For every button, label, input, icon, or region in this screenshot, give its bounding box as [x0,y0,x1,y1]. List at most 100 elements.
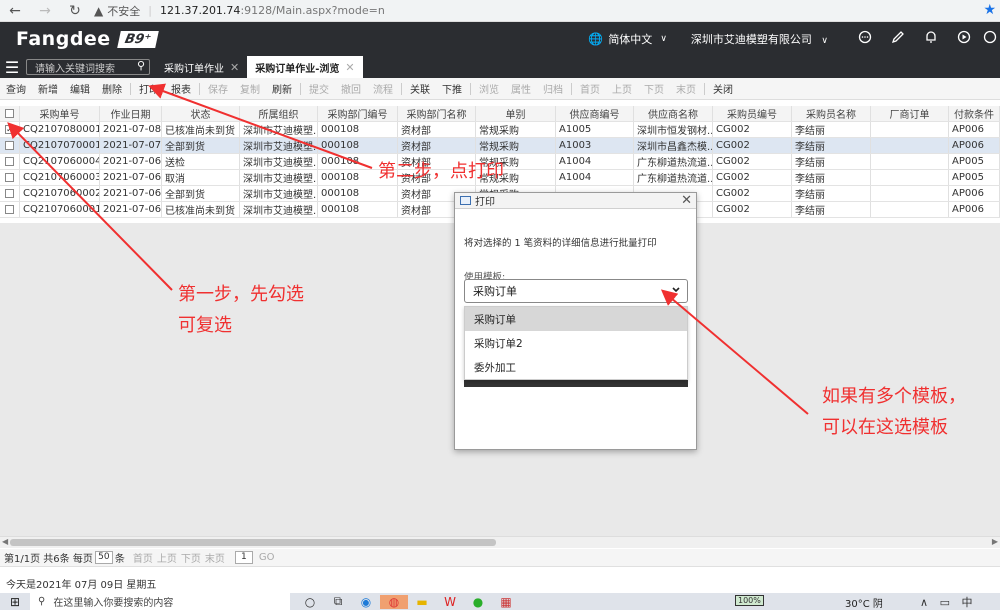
last-page-link[interactable]: 末页 [205,550,225,565]
toolbar-button[interactable]: 刷新 [266,81,298,96]
column-header[interactable]: 供应商编号 [556,106,634,121]
row-checkbox[interactable] [0,202,20,217]
row-checkbox[interactable] [0,170,20,185]
close-icon[interactable]: ✕ [345,61,354,74]
ime-indicator[interactable]: 中 [961,596,972,609]
hamburger-menu-icon[interactable]: ☰ [0,58,24,77]
toolbar-button[interactable]: 编辑 [64,81,96,96]
chevron-up-icon[interactable]: ∧ [920,596,928,609]
prev-page-link[interactable]: 上页 [157,550,177,565]
column-header[interactable]: 付款条件 [949,106,1000,121]
template-option[interactable]: 委外加工 [465,355,687,379]
template-option[interactable]: 采购订单2 [465,331,687,355]
toolbar-button[interactable]: 下页 [638,81,670,96]
toolbar-button[interactable]: 查询 [0,81,32,96]
column-header[interactable]: 采购部门名称 [398,106,476,121]
address-bar[interactable]: ▲ 不安全 | 121.37.201.74 :9128/Main.aspx?mo… [94,3,385,19]
horizontal-scrollbar[interactable]: ◀ ▶ [0,536,1000,548]
back-arrow-icon[interactable]: ← [0,3,30,19]
bookmark-star-icon[interactable]: ★ [983,2,996,18]
keyword-search-input[interactable]: 请输入关键词搜索 ⚲ [26,59,150,75]
wechat-icon[interactable]: ● [464,595,492,609]
close-circle-icon[interactable] [980,30,1000,48]
task-view-icon[interactable]: ⧉ [324,594,352,609]
company-selector[interactable]: 深圳市艾迪模塑有限公司 ∨ [691,31,828,47]
scroll-right-arrow-icon[interactable]: ▶ [992,537,998,546]
pen-icon[interactable] [881,30,914,48]
network-icon[interactable]: ▭ [940,596,950,609]
template-select[interactable]: 采购订单 [464,279,688,303]
forward-arrow-icon[interactable]: → [30,3,60,19]
go-button[interactable]: GO [259,552,275,563]
table-row[interactable]: ✓ CQ21070800012021-07-08 ...已核准尚未到货深圳市艾迪模… [0,122,1000,138]
column-header[interactable]: 供应商名称 [634,106,713,121]
search-icon[interactable]: ⚲ [137,59,145,72]
toolbar-button[interactable]: 浏览 [473,81,505,96]
tab-purchase-order-browse[interactable]: 采购订单作业-浏览 ✕ [247,56,363,78]
chrome-browser-icon[interactable]: ◍ [380,594,408,609]
row-checkbox[interactable] [0,186,20,201]
column-header[interactable]: 采购员编号 [713,106,792,121]
column-header[interactable]: 单别 [476,106,556,121]
next-page-link[interactable]: 下页 [181,550,201,565]
checkbox-box[interactable] [5,189,14,198]
chat-icon[interactable] [848,30,881,48]
toolbar-button[interactable]: 关闭 [707,81,739,96]
dialog-title-bar[interactable]: 打印 ✕ [455,193,696,209]
column-header[interactable]: 所属组织 [240,106,318,121]
toolbar-button[interactable]: 属性 [505,81,537,96]
row-checkbox[interactable]: ✓ [0,122,20,137]
scroll-left-arrow-icon[interactable]: ◀ [2,537,8,546]
taskbar-search-input[interactable]: ⚲ 在这里输入你要搜索的内容 [30,593,290,610]
toolbar-button[interactable]: 复制 [234,81,266,96]
row-checkbox[interactable] [0,154,20,169]
toolbar-button[interactable]: 上页 [606,81,638,96]
page-number-input[interactable]: 1 [234,551,253,564]
table-row[interactable]: CQ21070700012021-07-07 ...全部到货深圳市艾迪模塑...… [0,138,1000,154]
play-circle-icon[interactable] [947,30,980,48]
bell-icon[interactable] [914,30,947,48]
edge-browser-icon[interactable]: ◉ [352,595,380,609]
close-icon[interactable]: ✕ [681,193,692,208]
checkbox-box[interactable] [5,141,14,150]
template-option[interactable]: 采购订单 [465,307,687,331]
checkbox-box[interactable] [5,205,14,214]
checkbox-box[interactable] [5,109,14,118]
toolbar-button[interactable]: 删除 [96,81,128,96]
toolbar-button[interactable]: 下推 [436,81,468,96]
tab-purchase-order[interactable]: 采购订单作业 ✕ [156,56,247,78]
column-header[interactable]: 状态 [162,106,240,121]
scrollbar-thumb[interactable] [10,539,496,546]
toolbar-button[interactable]: 打印 [133,81,165,96]
weather-indicator[interactable]: 30°C 阴 [845,595,883,610]
checkbox-box[interactable] [5,173,14,182]
column-header[interactable]: 采购部门编号 [318,106,398,121]
page-size-input[interactable]: 50 [94,551,113,564]
file-explorer-icon[interactable]: ▬ [408,595,436,609]
column-header[interactable]: 厂商订单 [871,106,949,121]
app-icon[interactable]: ▦ [492,595,520,609]
column-header[interactable]: 采购单号 [20,106,100,121]
cortana-icon[interactable]: ○ [296,595,324,609]
toolbar-button[interactable]: 末页 [670,81,702,96]
first-page-link[interactable]: 首页 [133,550,153,565]
row-checkbox[interactable] [0,138,20,153]
toolbar-button[interactable]: 报表 [165,81,197,96]
toolbar-button[interactable]: 保存 [202,81,234,96]
column-header[interactable]: 采购员名称 [792,106,871,121]
checkbox-box[interactable]: ✓ [5,125,14,134]
toolbar-button[interactable]: 提交 [303,81,335,96]
system-tray[interactable]: ∧ ▭ 中 [920,594,972,610]
column-header[interactable]: 作业日期 [100,106,162,121]
toolbar-button[interactable]: 归档 [537,81,569,96]
checkbox-box[interactable] [5,157,14,166]
language-selector[interactable]: 🌐 简体中文 ∨ [588,31,667,47]
toolbar-button[interactable]: 首页 [574,81,606,96]
windows-start-icon[interactable]: ⊞ [0,595,30,609]
close-icon[interactable]: ✕ [230,61,239,74]
select-all-checkbox[interactable] [0,106,20,121]
toolbar-button[interactable]: 撤回 [335,81,367,96]
toolbar-button[interactable]: 流程 [367,81,399,96]
toolbar-button[interactable]: 新增 [32,81,64,96]
toolbar-button[interactable]: 关联 [404,81,436,96]
